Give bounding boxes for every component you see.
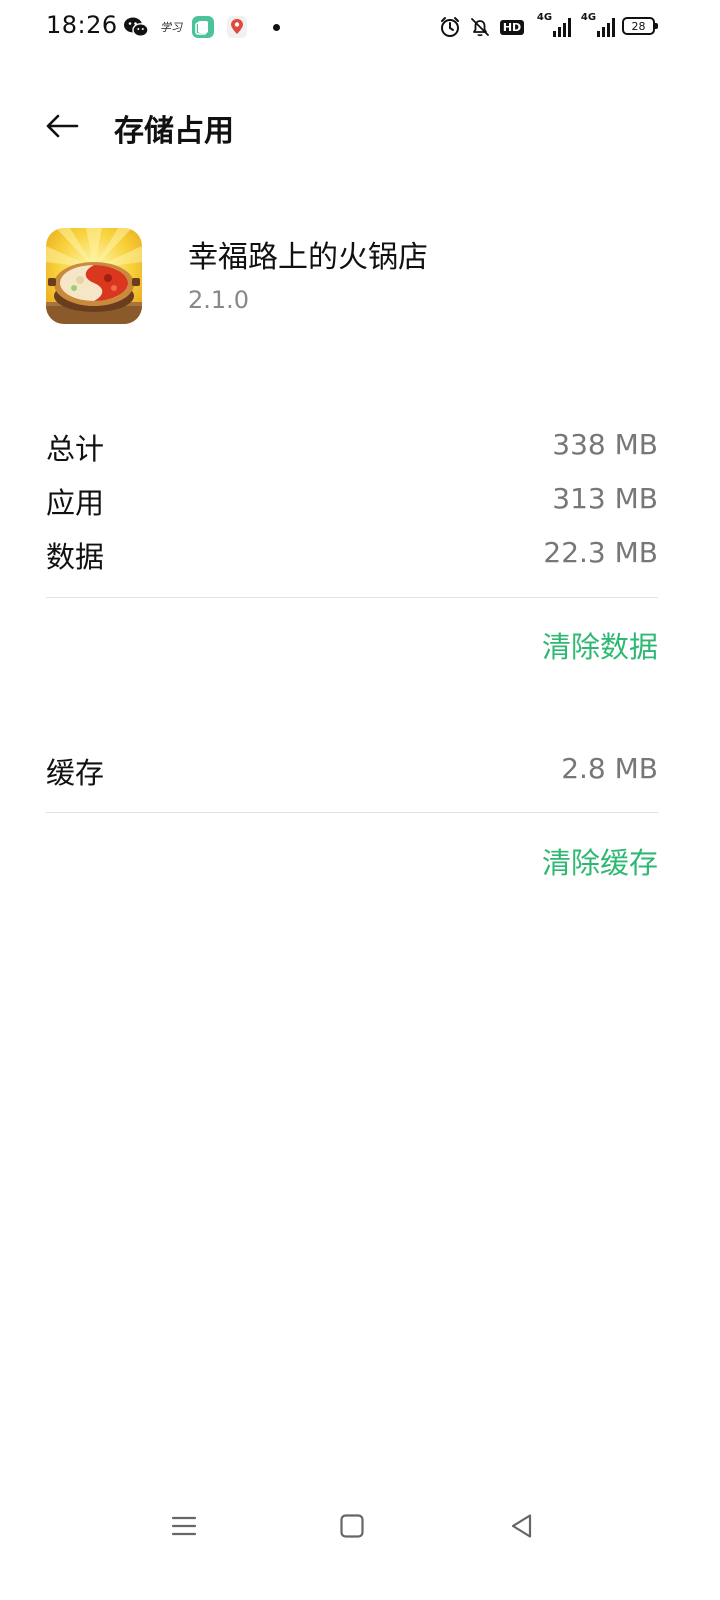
back-nav-button[interactable] <box>502 1506 542 1546</box>
status-time: 18:26 <box>46 11 118 39</box>
app-info: 幸福路上的火锅店 2.1.0 <box>46 228 674 328</box>
app-size-label: 应用 <box>46 486 105 520</box>
app-size-value: 313 MB <box>552 482 658 515</box>
app-notification-icon <box>191 14 215 40</box>
back-button[interactable] <box>40 104 84 148</box>
back-arrow-icon <box>46 114 79 138</box>
location-pin-icon <box>225 14 249 40</box>
data-size-label: 数据 <box>46 540 105 574</box>
total-value: 338 MB <box>552 428 658 461</box>
battery-icon: 28 <box>622 17 658 35</box>
cache-value: 2.8 MB <box>561 752 658 785</box>
menu-icon <box>171 1516 197 1536</box>
app-size-row: 应用 313 MB <box>46 480 658 524</box>
home-button[interactable] <box>332 1506 372 1546</box>
recent-apps-button[interactable] <box>164 1506 204 1546</box>
hd-voice-icon: HD <box>498 14 526 40</box>
status-bar: 18:26 学习 HD 4G 4G 28 <box>0 0 720 56</box>
data-size-row: 数据 22.3 MB <box>46 534 658 578</box>
divider <box>46 812 658 813</box>
divider <box>46 597 658 598</box>
clear-data-button[interactable]: 清除数据 <box>542 624 658 666</box>
back-triangle-icon <box>511 1514 532 1538</box>
cache-row: 缓存 2.8 MB <box>46 750 658 794</box>
more-notifications-dot <box>270 14 282 40</box>
data-size-value: 22.3 MB <box>543 536 658 569</box>
app-icon <box>46 228 142 324</box>
app-name: 幸福路上的火锅店 <box>188 240 428 275</box>
total-row: 总计 338 MB <box>46 426 658 470</box>
signal-strength-icon-2: 4G <box>580 12 616 40</box>
mute-bell-icon <box>468 14 492 40</box>
page-title: 存储占用 <box>114 114 234 149</box>
clear-cache-button[interactable]: 清除缓存 <box>542 840 658 882</box>
home-square-icon <box>340 1514 364 1538</box>
total-label: 总计 <box>46 432 105 466</box>
alarm-icon <box>438 14 462 40</box>
wechat-icon <box>122 14 150 40</box>
cache-label: 缓存 <box>46 756 105 790</box>
navigation-bar <box>0 1496 720 1556</box>
header: 存储占用 <box>0 90 720 160</box>
signal-strength-icon: 4G <box>533 12 575 40</box>
app-version: 2.1.0 <box>188 286 250 314</box>
study-app-icon: 学习 <box>160 21 182 34</box>
